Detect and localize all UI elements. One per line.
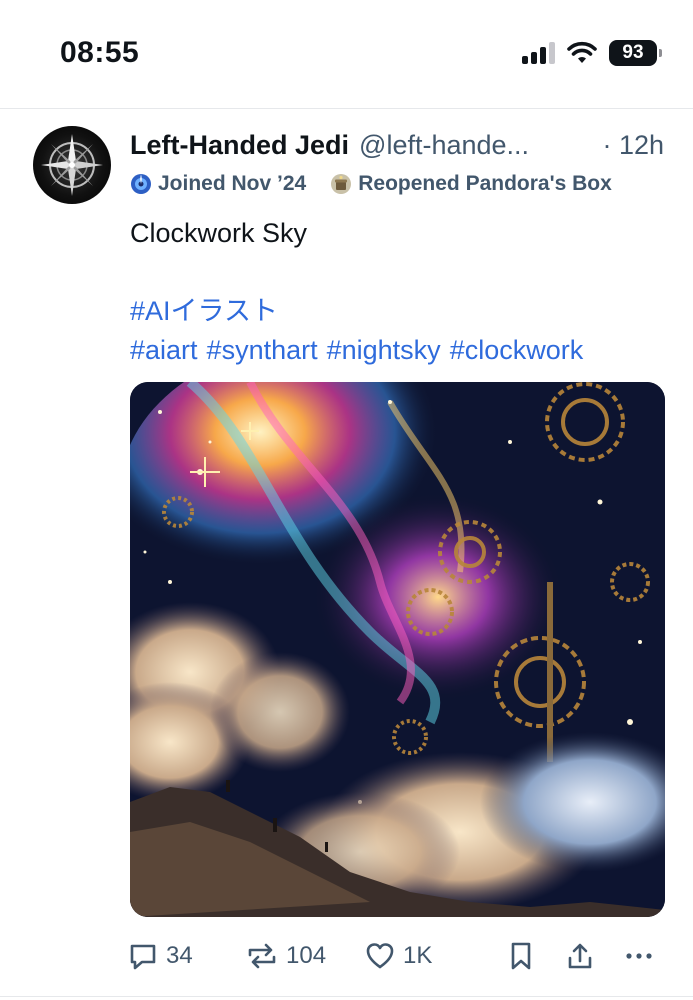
more-dots-icon — [626, 953, 652, 959]
repost-button[interactable]: 104 — [246, 934, 326, 978]
pandora-box-icon — [331, 174, 352, 194]
hashtag-link[interactable]: #AIイラスト — [130, 296, 278, 326]
header-divider — [0, 108, 693, 109]
hashtag-link[interactable]: #clockwork — [450, 335, 584, 365]
clock: 08:55 — [60, 36, 140, 69]
badge-pandora[interactable]: Reopened Pandora's Box — [330, 172, 612, 196]
user-handle[interactable]: @left-hande... — [359, 130, 529, 161]
profile-badges: Joined Nov ’24 Reopened Pandora's Box — [130, 172, 636, 196]
badge-joined[interactable]: Joined Nov ’24 — [130, 172, 306, 196]
repost-icon — [248, 943, 276, 969]
badge-joined-label: Joined Nov ’24 — [158, 172, 307, 195]
post-header: Left-Handed Jedi @left-hande... · 12h — [130, 125, 670, 165]
hashtag-link[interactable]: #synthart — [207, 335, 318, 365]
reply-button[interactable]: 34 — [128, 934, 193, 978]
reply-count: 34 — [166, 942, 193, 969]
post-image[interactable] — [130, 382, 665, 917]
more-options-button[interactable] — [624, 934, 654, 978]
display-name[interactable]: Left-Handed Jedi — [130, 130, 349, 161]
bookmark-button[interactable] — [508, 934, 534, 978]
reply-icon — [130, 944, 156, 970]
like-button[interactable]: 1K — [365, 934, 432, 978]
post-timestamp[interactable]: · 12h — [602, 130, 664, 161]
post-hashtags: #AIイラスト #aiart #synthart #nightsky #clockwor… — [130, 292, 675, 370]
avatar[interactable] — [33, 126, 111, 204]
battery-level: 93 — [622, 42, 644, 63]
repost-count: 104 — [286, 942, 327, 969]
status-bar: 08:55 93 — [0, 0, 693, 108]
post-text: Clockwork Sky — [130, 218, 308, 248]
clockwork-sky-artwork — [130, 382, 665, 917]
globe-icon — [131, 174, 151, 194]
wifi-icon — [567, 41, 597, 63]
status-icons: 93 — [522, 40, 662, 66]
compass-star-icon — [41, 134, 103, 196]
post-actions: 34 104 1K — [128, 934, 668, 978]
post-divider — [0, 996, 693, 997]
like-count: 1K — [403, 942, 433, 969]
heart-icon — [366, 943, 394, 969]
hashtag-link[interactable]: #aiart — [130, 335, 198, 365]
hashtag-link[interactable]: #nightsky — [327, 335, 441, 365]
share-icon — [568, 943, 592, 969]
battery-icon: 93 — [609, 40, 662, 66]
cellular-signal-icon — [522, 42, 555, 64]
bookmark-icon — [511, 942, 531, 970]
badge-pandora-label: Reopened Pandora's Box — [358, 172, 612, 195]
share-button[interactable] — [566, 934, 594, 978]
